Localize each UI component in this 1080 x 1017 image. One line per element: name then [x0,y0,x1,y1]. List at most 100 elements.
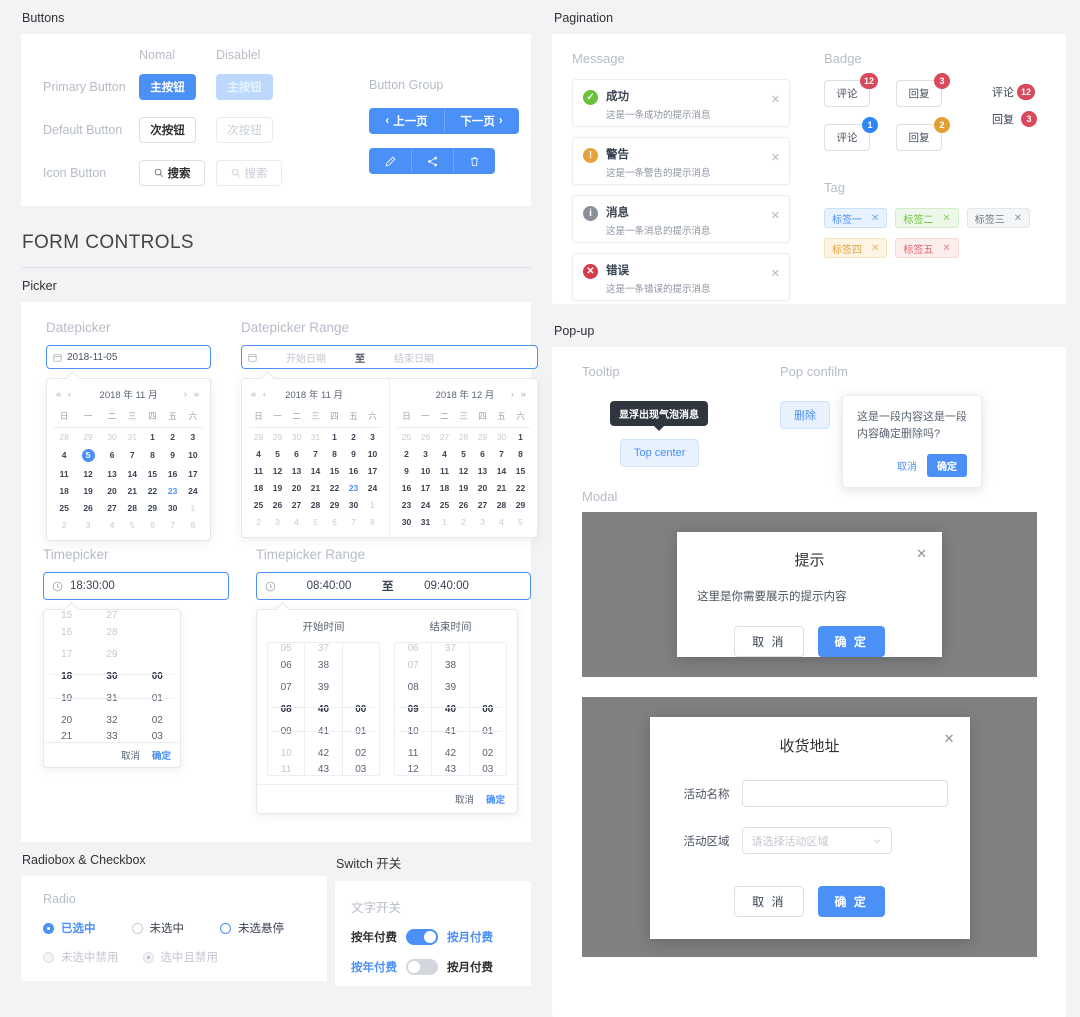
calendar-day-cell[interactable]: 22 [511,479,530,496]
tag-item[interactable]: 标签一 ✕ [824,208,888,228]
timepicker-confirm[interactable]: 确定 [152,748,171,762]
time-option[interactable]: 08 [268,698,304,720]
calendar-day-cell[interactable]: 1 [142,428,162,446]
calendar-day-cell[interactable]: 4 [249,445,268,462]
modal-1-ok-button[interactable]: 确 定 [817,626,885,657]
time-option[interactable] [135,643,180,665]
calendar-day-cell[interactable]: 8 [325,445,344,462]
calendar-day-cell[interactable]: 5 [306,513,325,530]
calendar-day-cell[interactable]: 7 [122,445,142,465]
calendar-day-cell[interactable]: 28 [54,428,74,446]
calendar-day-cell[interactable]: 31 [416,513,435,530]
prev-page-button[interactable]: ‹ 上一页 [369,108,444,134]
calendar-day-cell[interactable]: 13 [473,462,492,479]
calendar-day-cell[interactable]: 11 [54,465,74,482]
time-option[interactable]: 00 [470,698,506,720]
time-option[interactable] [343,676,379,698]
time-option[interactable]: 42 [432,742,468,764]
time-option[interactable]: 10 [268,742,304,764]
calendar-day-cell[interactable]: 4 [54,445,74,465]
calendar-day-cell[interactable]: 5 [268,445,287,462]
calendar-day-cell[interactable]: 23 [344,479,363,496]
calendar-day-cell[interactable]: 28 [122,499,142,516]
calendar-day-cell[interactable]: 2 [163,428,183,446]
time-option[interactable]: 06 [395,643,431,654]
time-option[interactable]: 30 [89,665,134,687]
activity-name-input[interactable] [741,780,948,807]
switch-toggle-0[interactable] [406,929,438,945]
calendar-day-cell[interactable]: 22 [142,482,162,499]
end-second-column[interactable]: 00 01 02 03 [470,643,506,776]
calendar-day-cell[interactable]: 4 [492,513,511,530]
time-option[interactable]: 27 [89,610,134,621]
calendar-day-cell[interactable]: 18 [54,482,74,499]
datepicker-range-input[interactable]: 开始日期 至 结束日期 [241,345,538,369]
calendar-day-cell[interactable]: 19 [268,479,287,496]
time-option[interactable]: 05 [268,643,304,654]
message-close-icon[interactable]: ✕ [771,93,780,106]
calendar-day-cell[interactable]: 30 [287,428,306,446]
start-minute-column[interactable]: 37 38 39 40 41 42 43 [305,643,343,775]
time-option[interactable]: 12 [395,764,431,775]
minute-column[interactable]: 27 28 29 30 31 32 33 [89,610,134,742]
time-option[interactable]: 11 [395,742,431,764]
calendar-day-cell[interactable]: 26 [74,499,102,516]
time-option[interactable] [343,643,379,654]
radio-option-0[interactable]: 已选中 [43,920,96,936]
calendar-day-cell[interactable]: 10 [416,462,435,479]
calendar-day-cell[interactable]: 28 [492,496,511,513]
time-option[interactable]: 07 [395,654,431,676]
activity-area-select[interactable]: 请选择活动区域 [741,827,892,854]
tag-close-icon[interactable]: ✕ [1014,213,1022,224]
calendar-day-cell[interactable]: 13 [102,465,122,482]
calendar-day-cell[interactable]: 29 [325,496,344,513]
calendar-day-cell[interactable]: 15 [511,462,530,479]
calendar-day-cell[interactable]: 3 [416,445,435,462]
calendar-day-cell[interactable]: 20 [102,482,122,499]
calendar-day-cell[interactable]: 9 [344,445,363,462]
calendar-day-cell[interactable]: 16 [163,465,183,482]
time-option[interactable]: 03 [470,764,506,775]
calendar-day-cell[interactable]: 2 [249,513,268,530]
calendar-day-cell[interactable]: 2 [344,428,363,446]
calendar-day-cell[interactable]: 24 [363,479,382,496]
time-option[interactable]: 20 [44,709,89,731]
badge-button-2[interactable]: 评论 1 [824,117,878,151]
calendar-day-cell[interactable]: 10 [183,445,203,465]
time-option[interactable]: 16 [44,621,89,643]
calendar-day-cell[interactable]: 5 [122,516,142,533]
calendar-day-cell[interactable]: 15 [325,462,344,479]
calendar-day-cell[interactable]: 7 [163,516,183,533]
time-option[interactable]: 38 [305,654,341,676]
time-option[interactable] [470,643,506,654]
time-option[interactable]: 06 [268,654,304,676]
calendar-day-cell[interactable]: 20 [473,479,492,496]
calendar-day-cell[interactable]: 6 [102,445,122,465]
time-option[interactable]: 33 [89,731,134,742]
calendar-day-cell[interactable]: 29 [268,428,287,446]
timepicker-range-input[interactable]: 08:40:00 至 09:40:00 [256,572,531,600]
calendar-day-cell[interactable]: 5 [511,513,530,530]
calendar-day-cell[interactable]: 8 [363,513,382,530]
delete-button[interactable] [453,148,495,174]
calendar-day-cell[interactable]: 11 [435,462,454,479]
calendar-day-cell[interactable]: 4 [287,513,306,530]
time-option[interactable]: 28 [89,621,134,643]
calendar-day-cell[interactable]: 17 [363,462,382,479]
calendar-day-cell[interactable]: 7 [344,513,363,530]
calendar-day-cell[interactable]: 21 [492,479,511,496]
time-option[interactable]: 00 [343,698,379,720]
calendar-day-cell[interactable]: 28 [454,428,473,446]
datepicker-input[interactable]: 2018-11-05 [46,345,211,369]
time-option[interactable]: 03 [343,764,379,775]
calendar-day-cell[interactable]: 25 [249,496,268,513]
badge-button-0[interactable]: 评论 12 [824,73,879,107]
calendar-day-cell[interactable]: 26 [268,496,287,513]
calendar-day-cell[interactable]: 25 [435,496,454,513]
calendar-day-cell[interactable]: 4 [102,516,122,533]
calendar-day-cell[interactable]: 6 [473,445,492,462]
calendar-day-cell[interactable]: 27 [435,428,454,446]
calendar-day-cell[interactable]: 30 [492,428,511,446]
time-option[interactable]: 11 [268,764,304,775]
tag-item[interactable]: 标签二 ✕ [895,208,959,228]
